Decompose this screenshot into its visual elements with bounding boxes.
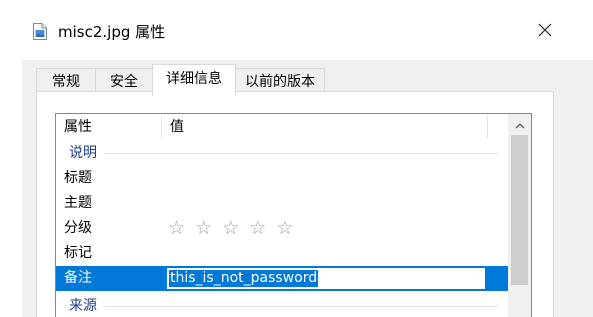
star-icon[interactable]: ☆	[249, 216, 268, 241]
image-file-icon	[33, 23, 47, 40]
property-row-title[interactable]: 标题	[56, 166, 508, 191]
property-name: 备注	[64, 270, 92, 286]
column-header-property[interactable]: 属性	[56, 114, 161, 141]
group-origin[interactable]: 来源	[56, 295, 508, 317]
tab-strip: 常规 安全 详细信息 以前的版本	[36, 64, 556, 96]
property-name: 标题	[64, 170, 92, 186]
selected-text[interactable]: this_is_not_password	[169, 270, 319, 287]
scrollbar-thumb[interactable]	[511, 135, 528, 285]
edit-field-edge	[485, 267, 488, 290]
star-icon[interactable]: ☆	[168, 216, 187, 241]
column-header-value[interactable]: 值	[162, 114, 487, 141]
chevron-up-icon	[515, 117, 525, 133]
properties-dialog: misc2.jpg 属性 常规 安全 详细信息 以前的版本 属性 值 说明 标题…	[0, 0, 593, 317]
property-name: 分级	[64, 220, 92, 236]
star-icon[interactable]: ☆	[222, 216, 241, 241]
scroll-up-button[interactable]	[508, 114, 531, 135]
close-icon	[538, 23, 552, 41]
property-list[interactable]: 属性 值 说明 标题 主题 分级 ☆ ☆ ☆ ☆ ☆ 标记 备注 this_is…	[55, 113, 532, 317]
property-row-comments[interactable]: 备注 this_is_not_password	[56, 266, 508, 291]
rating-stars[interactable]: ☆ ☆ ☆ ☆ ☆	[168, 216, 295, 241]
group-description[interactable]: 说明	[56, 142, 508, 164]
property-row-tags[interactable]: 标记	[56, 241, 508, 266]
tab-details[interactable]: 详细信息	[152, 64, 236, 96]
star-icon[interactable]: ☆	[276, 216, 295, 241]
column-divider[interactable]	[487, 116, 488, 139]
comments-edit-field[interactable]: this_is_not_password	[166, 267, 488, 290]
close-button[interactable]	[528, 16, 562, 48]
group-divider-line	[104, 153, 498, 154]
property-name: 主题	[64, 195, 92, 211]
property-row-subject[interactable]: 主题	[56, 191, 508, 216]
list-header: 属性 值	[56, 114, 508, 141]
group-label: 来源	[69, 298, 97, 314]
property-row-rating[interactable]: 分级 ☆ ☆ ☆ ☆ ☆	[56, 216, 508, 241]
star-icon[interactable]: ☆	[195, 216, 214, 241]
property-name: 标记	[64, 245, 92, 261]
group-label: 说明	[69, 145, 97, 161]
title-bar[interactable]: misc2.jpg 属性	[0, 0, 593, 60]
vertical-scrollbar[interactable]	[508, 114, 531, 317]
window-title: misc2.jpg 属性	[58, 23, 166, 41]
group-divider-line	[104, 306, 498, 307]
